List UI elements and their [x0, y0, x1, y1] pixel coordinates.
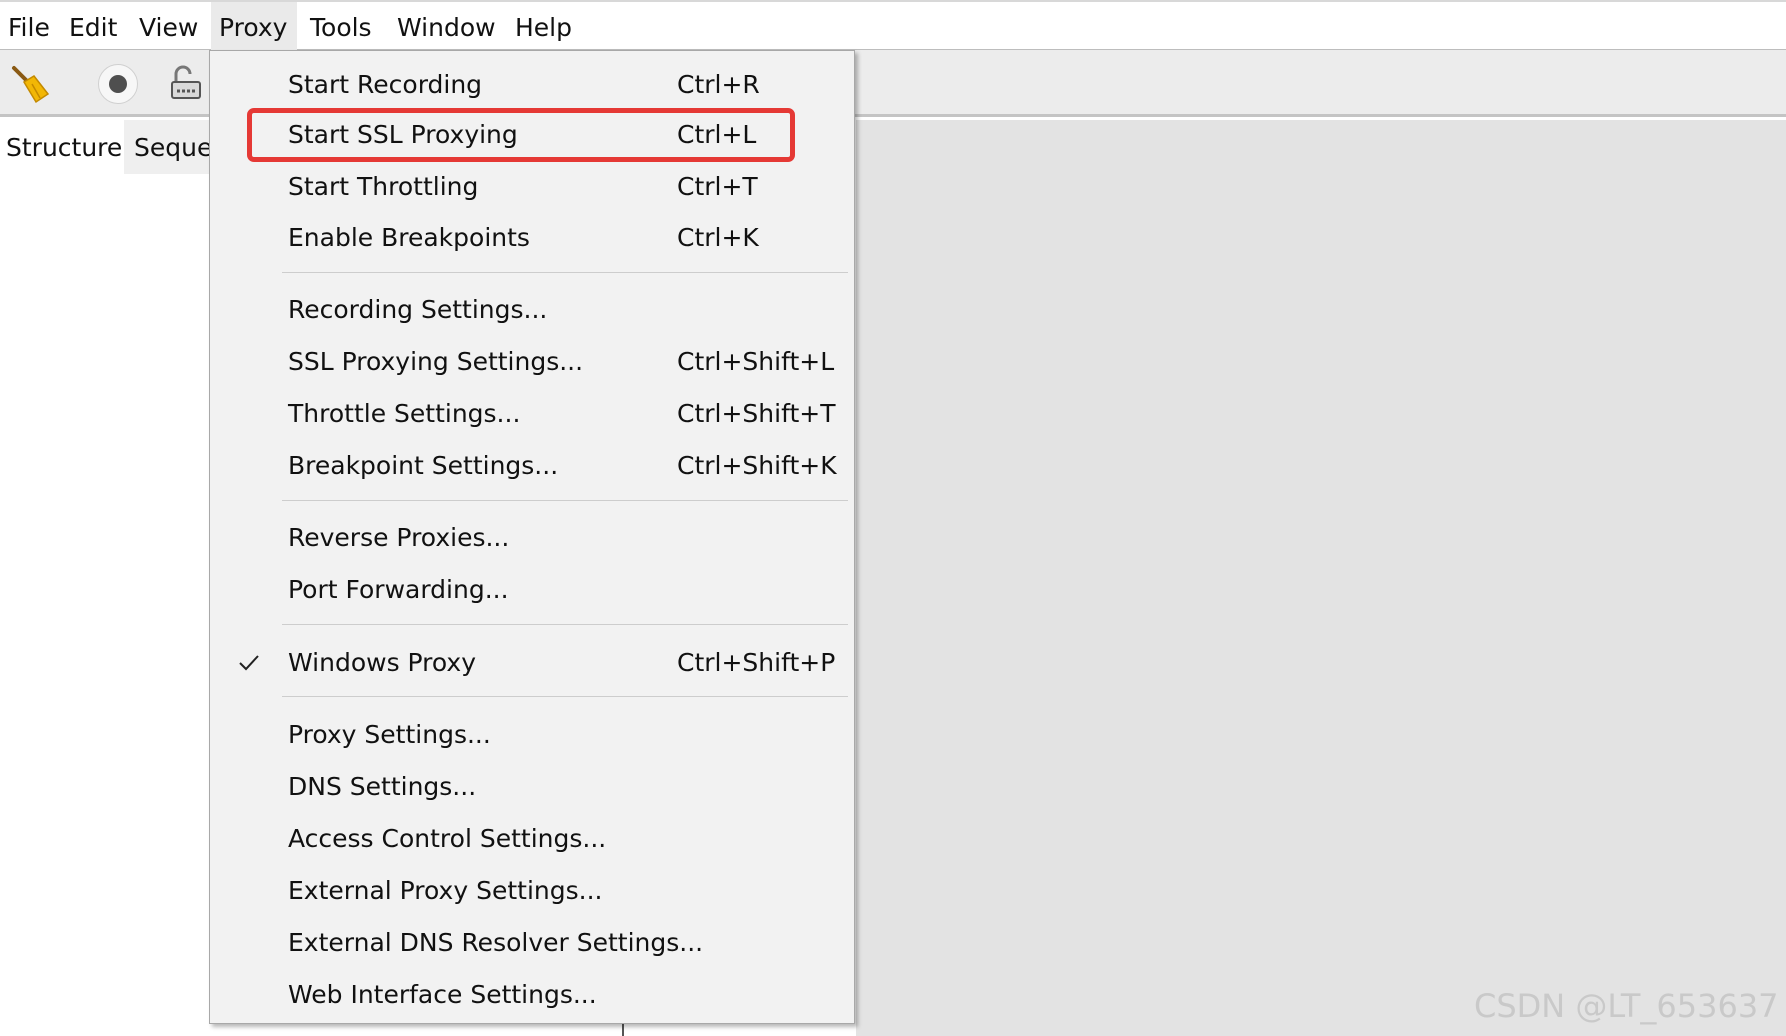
proxy-dropdown-menu: Start Recording Ctrl+R Start SSL Proxyin…: [209, 50, 855, 1024]
menu-separator: [282, 272, 848, 273]
menu-item-reverse-proxies[interactable]: Reverse Proxies...: [210, 513, 854, 563]
menu-item-dns-settings[interactable]: DNS Settings...: [210, 762, 854, 812]
menu-item-label: External Proxy Settings...: [288, 876, 603, 905]
menu-item-proxy-settings[interactable]: Proxy Settings...: [210, 710, 854, 760]
menu-item-throttle-settings[interactable]: Throttle Settings... Ctrl+Shift+T: [210, 389, 854, 439]
menu-item-shortcut: Ctrl+T: [677, 172, 758, 201]
menu-item-label: Start Throttling: [288, 172, 479, 201]
menu-tools[interactable]: Tools: [302, 2, 380, 50]
tab-sequence[interactable]: Sequer: [128, 120, 214, 174]
menu-item-label: Proxy Settings...: [288, 720, 491, 749]
menu-item-shortcut: Ctrl+Shift+T: [677, 399, 836, 428]
main-content-area: [856, 120, 1786, 1036]
menu-proxy[interactable]: Proxy: [211, 2, 297, 50]
lock-icon[interactable]: [170, 64, 202, 102]
menu-item-recording-settings[interactable]: Recording Settings...: [210, 285, 854, 335]
menu-item-external-proxy-settings[interactable]: External Proxy Settings...: [210, 866, 854, 916]
menu-item-enable-breakpoints[interactable]: Enable Breakpoints Ctrl+K: [210, 213, 854, 263]
menu-item-label: Start Recording: [288, 70, 483, 99]
view-tabs: Structure Sequer: [0, 120, 214, 174]
menu-item-shortcut: Ctrl+Shift+K: [677, 451, 837, 480]
menu-item-shortcut: Ctrl+Shift+L: [677, 347, 835, 376]
menu-item-label: Access Control Settings...: [288, 824, 607, 853]
menu-help[interactable]: Help: [507, 2, 580, 50]
menu-item-start-recording[interactable]: Start Recording Ctrl+R: [210, 60, 854, 110]
tab-structure[interactable]: Structure: [0, 120, 124, 174]
menu-window[interactable]: Window: [389, 2, 504, 50]
watermark: CSDN @LT_653637: [1474, 987, 1779, 1025]
menu-item-shortcut: Ctrl+R: [677, 70, 760, 99]
highlight-box: [247, 108, 795, 162]
menu-edit[interactable]: Edit: [61, 2, 125, 50]
menu-separator: [282, 696, 848, 697]
menu-item-windows-proxy[interactable]: Windows Proxy Ctrl+Shift+P: [210, 638, 854, 688]
menu-item-shortcut: Ctrl+Shift+P: [677, 648, 836, 677]
menu-item-label: Throttle Settings...: [288, 399, 521, 428]
menu-separator: [282, 624, 848, 625]
menu-item-label: External DNS Resolver Settings...: [288, 928, 704, 957]
checkmark-icon: [238, 653, 260, 673]
menu-item-label: SSL Proxying Settings...: [288, 347, 584, 376]
menu-bar: File Edit View Proxy Tools Window Help: [0, 0, 1786, 50]
menu-item-access-control-settings[interactable]: Access Control Settings...: [210, 814, 854, 864]
record-icon[interactable]: [98, 64, 138, 104]
menu-item-label: Enable Breakpoints: [288, 223, 530, 252]
menu-item-shortcut: Ctrl+K: [677, 223, 759, 252]
menu-item-label: Port Forwarding...: [288, 575, 509, 604]
menu-item-ssl-proxying-settings[interactable]: SSL Proxying Settings... Ctrl+Shift+L: [210, 337, 854, 387]
menu-separator: [282, 500, 848, 501]
menu-item-web-interface-settings[interactable]: Web Interface Settings...: [210, 970, 854, 1020]
menu-item-label: DNS Settings...: [288, 772, 477, 801]
menu-item-external-dns-resolver-settings[interactable]: External DNS Resolver Settings...: [210, 918, 854, 968]
menu-item-port-forwarding[interactable]: Port Forwarding...: [210, 565, 854, 615]
menu-item-label: Recording Settings...: [288, 295, 548, 324]
broom-icon[interactable]: [10, 64, 52, 104]
menu-item-label: Reverse Proxies...: [288, 523, 510, 552]
menu-file[interactable]: File: [0, 2, 58, 50]
menu-view[interactable]: View: [131, 2, 206, 50]
menu-item-label: Breakpoint Settings...: [288, 451, 559, 480]
menu-item-label: Windows Proxy: [288, 648, 477, 677]
menu-item-start-throttling[interactable]: Start Throttling Ctrl+T: [210, 162, 854, 212]
menu-item-label: Web Interface Settings...: [288, 980, 597, 1009]
menu-item-breakpoint-settings[interactable]: Breakpoint Settings... Ctrl+Shift+K: [210, 441, 854, 491]
